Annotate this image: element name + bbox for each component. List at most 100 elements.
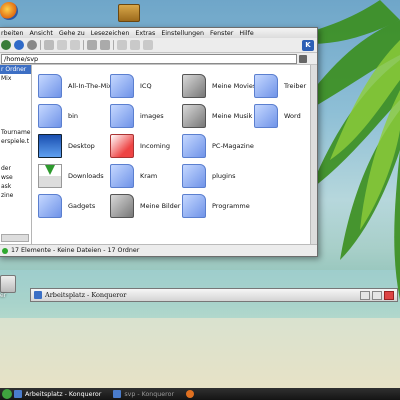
file-name: images: [140, 112, 164, 120]
sidebar-item[interactable]: wse: [0, 173, 31, 182]
taskbar-task[interactable]: Arbeitsplatz - Konqueror: [14, 390, 101, 398]
maximize-button[interactable]: [372, 290, 382, 300]
file-item[interactable]: images: [110, 101, 182, 131]
status-bar: 17 Elemente - Keine Dateien - 17 Ordner: [0, 244, 317, 256]
file-name: Kram: [140, 172, 158, 180]
file-name: Programme: [212, 202, 250, 210]
trash-icon[interactable]: [0, 275, 16, 293]
copy-icon[interactable]: [57, 40, 67, 50]
sidebar-item[interactable]: [0, 83, 31, 92]
incoming-folder-icon: [110, 134, 134, 158]
detail-view-icon[interactable]: [143, 40, 153, 50]
sidebar-item[interactable]: r Ordner: [0, 65, 31, 74]
konqueror-icon: [113, 390, 122, 398]
toolbar-separator: [113, 40, 114, 50]
reload-icon[interactable]: [14, 40, 24, 50]
file-item[interactable]: Word: [254, 101, 317, 131]
file-item[interactable]: Gadgets: [38, 191, 110, 221]
menu-item-tools[interactable]: Extras: [135, 30, 155, 37]
menu-item-edit[interactable]: rbeiten: [1, 30, 24, 37]
file-name: Meine Bilder: [140, 202, 181, 210]
downloads-folder-icon: [38, 164, 62, 188]
konqueror-window: rbeiten Ansicht Gehe zu Lesezeichen Extr…: [0, 27, 318, 257]
zoom-out-icon[interactable]: [100, 40, 110, 50]
paste-icon[interactable]: [70, 40, 80, 50]
sidebar-scrollbar[interactable]: [1, 234, 29, 242]
sidebar-item[interactable]: ask: [0, 182, 31, 191]
menu-item-view[interactable]: Ansicht: [30, 30, 53, 37]
taskbar-task[interactable]: [186, 390, 197, 398]
sidebar-item[interactable]: [0, 92, 31, 101]
file-name: Treiber: [284, 82, 307, 90]
menu-item-window[interactable]: Fenster: [210, 30, 233, 37]
toolbar-separator: [40, 40, 41, 50]
package-icon: [118, 4, 140, 22]
menu-item-settings[interactable]: Einstellungen: [161, 30, 204, 37]
window-buttons: [360, 290, 394, 300]
sidebar-item[interactable]: [0, 155, 31, 164]
file-name: plugins: [212, 172, 236, 180]
sidebar-item[interactable]: zine: [0, 191, 31, 200]
sidebar-item[interactable]: der: [0, 164, 31, 173]
file-item[interactable]: PC-Magazine: [182, 131, 254, 161]
icon-view-icon[interactable]: [117, 40, 127, 50]
empty-cell: [254, 161, 317, 191]
special-folder-icon: [182, 74, 206, 98]
desktop-package-icon[interactable]: [118, 4, 140, 24]
kde-logo-icon: K: [302, 39, 314, 51]
cut-icon[interactable]: [44, 40, 54, 50]
firefox-icon: [186, 390, 195, 398]
minimize-button[interactable]: [360, 290, 370, 300]
file-item[interactable]: Kram: [110, 161, 182, 191]
folder-icon: [182, 164, 206, 188]
file-item[interactable]: All-In-The-Mix: [38, 71, 112, 101]
taskbar: Arbeitsplatz - Konqueror svp - Konqueror: [0, 388, 400, 400]
second-konqueror-window[interactable]: Arbeitsplatz - Konqueror: [30, 288, 398, 302]
desktop-icon-label: er: [0, 292, 7, 299]
file-item[interactable]: Treiber: [254, 71, 317, 101]
close-button[interactable]: [384, 290, 394, 300]
folder-icon: [38, 194, 62, 218]
folder-icon: [254, 104, 278, 128]
file-item[interactable]: ICQ: [110, 71, 182, 101]
sidebar-item[interactable]: erspiele.t: [0, 137, 31, 146]
file-item[interactable]: Downloads: [38, 161, 110, 191]
file-item[interactable]: plugins: [182, 161, 254, 191]
zoom-in-icon[interactable]: [87, 40, 97, 50]
sidebar-item[interactable]: [0, 119, 31, 128]
firefox-desktop-icon[interactable]: [0, 2, 18, 20]
window-body: r Ordner Mix Tournamer erspiele.t der ws…: [0, 65, 317, 244]
location-input[interactable]: [1, 53, 297, 64]
taskbar-task[interactable]: svp - Konqueror: [113, 390, 174, 398]
menu-item-bookmarks[interactable]: Lesezeichen: [91, 30, 130, 37]
folder-icon: [110, 104, 134, 128]
go-icon[interactable]: [299, 54, 307, 63]
menu-item-go[interactable]: Gehe zu: [59, 30, 85, 37]
view-scrollbar[interactable]: [310, 65, 317, 244]
folder-icon: [38, 104, 62, 128]
file-grid: All-In-The-Mix ICQ Meine Movies Treiber bin i…: [38, 71, 317, 221]
sidebar-item[interactable]: Mix: [0, 74, 31, 83]
file-item[interactable]: Desktop: [38, 131, 110, 161]
file-item[interactable]: Meine Bilder: [110, 191, 182, 221]
file-item[interactable]: Incoming: [110, 131, 182, 161]
sidebar-item[interactable]: [0, 110, 31, 119]
file-item[interactable]: Programme: [182, 191, 254, 221]
list-view-icon[interactable]: [130, 40, 140, 50]
sidebar-item[interactable]: [0, 101, 31, 110]
file-name: PC-Magazine: [212, 142, 254, 150]
file-item[interactable]: Meine Musik: [182, 101, 254, 131]
special-folder-icon: [110, 194, 134, 218]
stop-icon[interactable]: [27, 40, 37, 50]
file-name: Gadgets: [68, 202, 96, 210]
file-name: Meine Musik: [212, 112, 253, 120]
sidebar-item[interactable]: Tournamer: [0, 128, 31, 137]
menu-item-help[interactable]: Hilfe: [239, 30, 253, 37]
start-menu-icon[interactable]: [2, 389, 12, 399]
folder-icon: [110, 74, 134, 98]
home-icon[interactable]: [1, 40, 11, 50]
file-item[interactable]: Meine Movies: [182, 71, 256, 101]
file-item[interactable]: bin: [38, 101, 110, 131]
sidebar-item[interactable]: [0, 146, 31, 155]
main-toolbar: K: [0, 38, 317, 53]
